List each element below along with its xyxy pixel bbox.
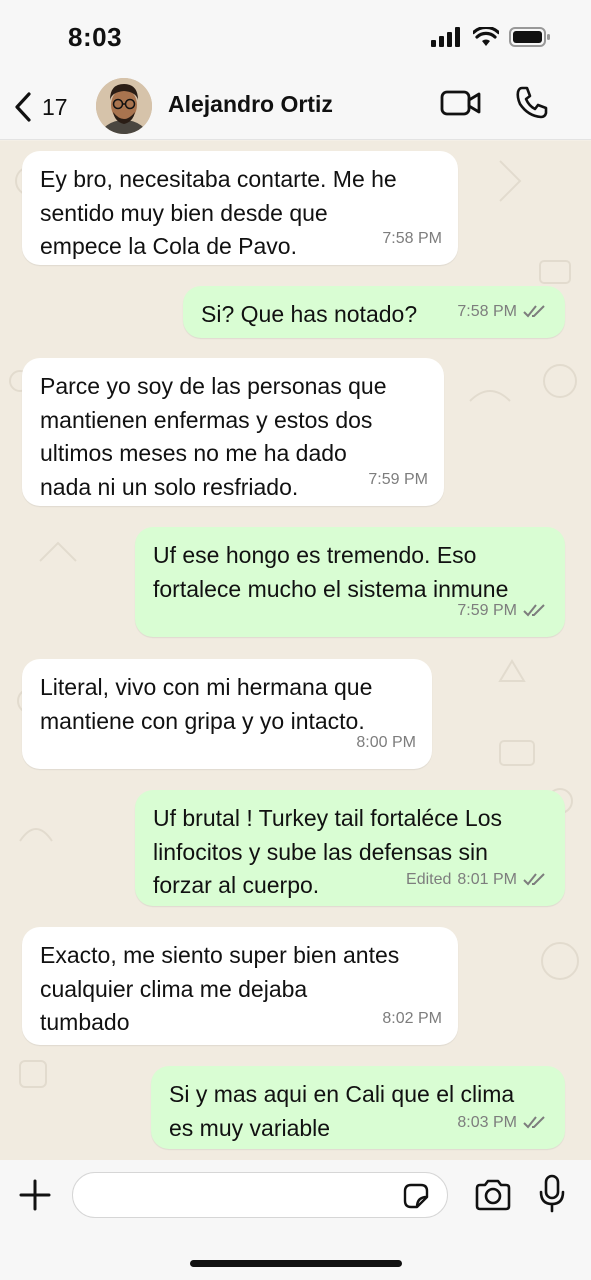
message-bubble-incoming[interactable]: Ey bro, necesitaba contarte. Me he senti…: [22, 151, 458, 265]
message-time: 7:58 PM: [457, 302, 517, 320]
message-bubble-outgoing[interactable]: Uf ese hongo es tremendo. Eso fortalece …: [135, 527, 565, 637]
message-time: 7:59 PM: [368, 470, 428, 488]
message-time: 7:59 PM: [457, 601, 517, 619]
signal-icon: [431, 27, 460, 47]
back-button[interactable]: 17: [12, 84, 82, 130]
read-receipt-icon: [523, 1116, 545, 1129]
avatar-image: [96, 78, 152, 134]
sticker-button[interactable]: [401, 1181, 431, 1211]
home-indicator[interactable]: [190, 1260, 402, 1267]
message-meta: 8:03 PM: [457, 1106, 547, 1140]
camera-button[interactable]: [474, 1178, 512, 1212]
plus-icon: [19, 1179, 51, 1211]
message-input-container: [72, 1172, 448, 1218]
message-meta: 8:02 PM: [382, 1002, 442, 1036]
chat-header: 17 Alejandro Ortiz: [0, 78, 591, 140]
message-meta: 7:58 PM: [457, 295, 547, 329]
sticker-icon: [403, 1183, 429, 1209]
chat-area[interactable]: Ey bro, necesitaba contarte. Me he senti…: [0, 141, 591, 1160]
attach-button[interactable]: [18, 1178, 52, 1212]
voice-call-button[interactable]: [514, 84, 550, 120]
battery-icon: [509, 27, 550, 47]
status-icons: [431, 26, 551, 48]
camera-icon: [475, 1179, 511, 1211]
video-camera-icon: [440, 90, 481, 116]
contact-name[interactable]: Alejandro Ortiz: [168, 91, 333, 118]
message-bubble-incoming[interactable]: Literal, vivo con mi hermana que mantien…: [22, 659, 432, 769]
phone-icon: [516, 86, 548, 119]
microphone-icon: [539, 1174, 565, 1213]
input-bar: [0, 1160, 591, 1280]
message-bubble-incoming[interactable]: Parce yo soy de las personas que mantien…: [22, 358, 444, 506]
read-receipt-icon: [523, 873, 545, 886]
message-time: 8:03 PM: [457, 1113, 517, 1131]
message-meta: 8:00 PM: [356, 726, 416, 760]
read-receipt-icon: [523, 604, 545, 617]
status-bar: 8:03: [0, 0, 591, 78]
message-time: 8:02 PM: [382, 1009, 442, 1027]
message-time: 8:00 PM: [356, 733, 416, 751]
wifi-icon: [473, 27, 499, 46]
message-meta: 7:59 PM: [368, 463, 428, 497]
unread-count: 17: [42, 93, 68, 120]
message-time: 8:01 PM: [457, 870, 517, 888]
microphone-button[interactable]: [538, 1174, 566, 1214]
status-time: 8:03: [68, 22, 123, 52]
message-time: 7:58 PM: [382, 229, 442, 247]
message-bubble-outgoing[interactable]: Si y mas aqui en Cali que el clima es mu…: [151, 1066, 565, 1149]
message-meta: 7:58 PM: [382, 222, 442, 256]
message-bubble-incoming[interactable]: Exacto, me siento super bien antes cualq…: [22, 927, 458, 1045]
message-bubble-outgoing[interactable]: Si? Que has notado? 7:58 PM: [183, 286, 565, 338]
edited-label: Edited: [406, 870, 452, 888]
message-input[interactable]: [73, 1173, 393, 1217]
message-bubble-outgoing[interactable]: Uf brutal ! Turkey tail fortaléce Los li…: [135, 790, 565, 906]
avatar[interactable]: [96, 78, 152, 134]
read-receipt-icon: [523, 305, 545, 318]
message-meta: 7:59 PM: [457, 594, 547, 628]
video-call-button[interactable]: [440, 86, 482, 120]
message-text: Exacto, me siento super bien antes cualq…: [40, 942, 400, 1035]
chevron-left-icon: [15, 92, 31, 122]
message-text: Ey bro, necesitaba contarte. Me he senti…: [40, 166, 397, 259]
message-meta: Edited 8:01 PM: [406, 863, 547, 897]
